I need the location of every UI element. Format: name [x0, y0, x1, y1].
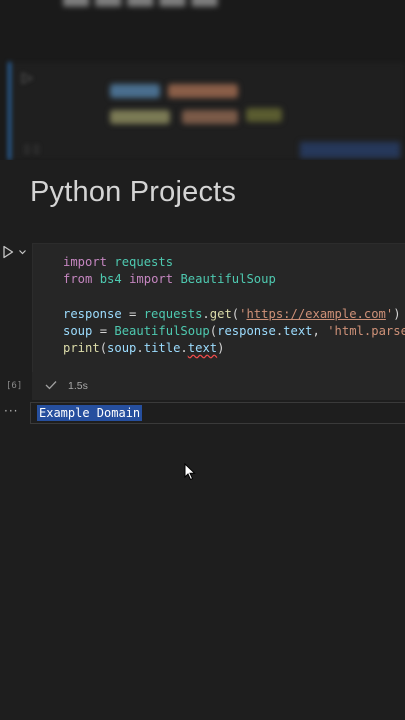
mouse-cursor-icon [184, 462, 196, 481]
blurred-icons: ▯ ▯ [24, 142, 40, 155]
page-title: Python Projects [30, 176, 237, 208]
blurred-heading: ▬▬▬▬▬ [60, 0, 221, 18]
blurred-play-icon: ▷ [22, 70, 33, 86]
output-text[interactable]: Example Domain [37, 405, 143, 421]
blurred-code-line [110, 84, 160, 98]
cell-status-bar [32, 372, 405, 400]
code-cell-editor[interactable]: import requests from bs4 import Beautifu… [32, 243, 405, 372]
blurred-code-line [246, 108, 282, 122]
chevron-down-icon[interactable] [18, 245, 28, 261]
ellipsis-icon[interactable]: ··· [4, 404, 18, 418]
code-line: soup = BeautifulSoup(response.text, 'htm… [63, 323, 405, 338]
blurred-background: ▬▬▬▬▬ ▷ ▯ ▯ [0, 0, 405, 160]
blurred-code-line [168, 84, 238, 98]
execution-time: 1.5s [68, 380, 88, 392]
blurred-code-line [110, 110, 170, 124]
code-line: import requests [63, 255, 174, 269]
blurred-code-line [182, 110, 238, 124]
code-line: from bs4 import BeautifulSoup [63, 272, 276, 287]
play-icon[interactable] [2, 245, 16, 261]
code-line: response = requests.get('https://example… [63, 306, 401, 321]
blurred-output [300, 142, 400, 158]
code-line: print(soup.title.text) [63, 341, 225, 356]
cell-output[interactable]: Example Domain [30, 402, 405, 424]
check-icon [45, 379, 57, 393]
execution-count: [6] [6, 381, 23, 391]
code-content[interactable]: import requests from bs4 import Beautifu… [63, 254, 405, 357]
